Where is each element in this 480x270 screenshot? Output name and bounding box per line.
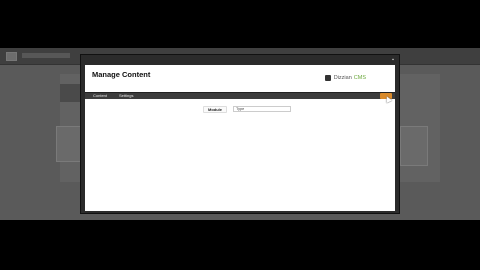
modal-title: Manage Content (92, 70, 151, 79)
module-type-select[interactable]: Type (233, 106, 291, 112)
modal-body: Manage Content Dizzian CMS Content Setti… (85, 65, 395, 211)
brand-logo: Dizzian CMS (324, 74, 366, 82)
module-label: Module (203, 105, 227, 113)
background-toolbar-text (22, 53, 70, 58)
app-logo-icon (6, 52, 17, 61)
manage-content-modal: ▪ Manage Content Dizzian CMS Content Set… (80, 54, 400, 214)
brand-suffix: CMS (353, 75, 366, 81)
close-icon[interactable]: ▪ (390, 57, 396, 63)
tab-settings[interactable]: Settings (113, 93, 139, 99)
brand-icon (324, 75, 331, 81)
modal-tab-bar: Content Settings (85, 92, 395, 103)
module-form-row: Module Type (203, 105, 303, 113)
tab-content[interactable]: Content (85, 93, 113, 99)
background-panel-right (400, 126, 428, 166)
brand-name: Dizzian (333, 75, 352, 81)
modal-header: Manage Content Dizzian CMS (85, 65, 395, 91)
screen: ▪ Manage Content Dizzian CMS Content Set… (0, 0, 480, 270)
